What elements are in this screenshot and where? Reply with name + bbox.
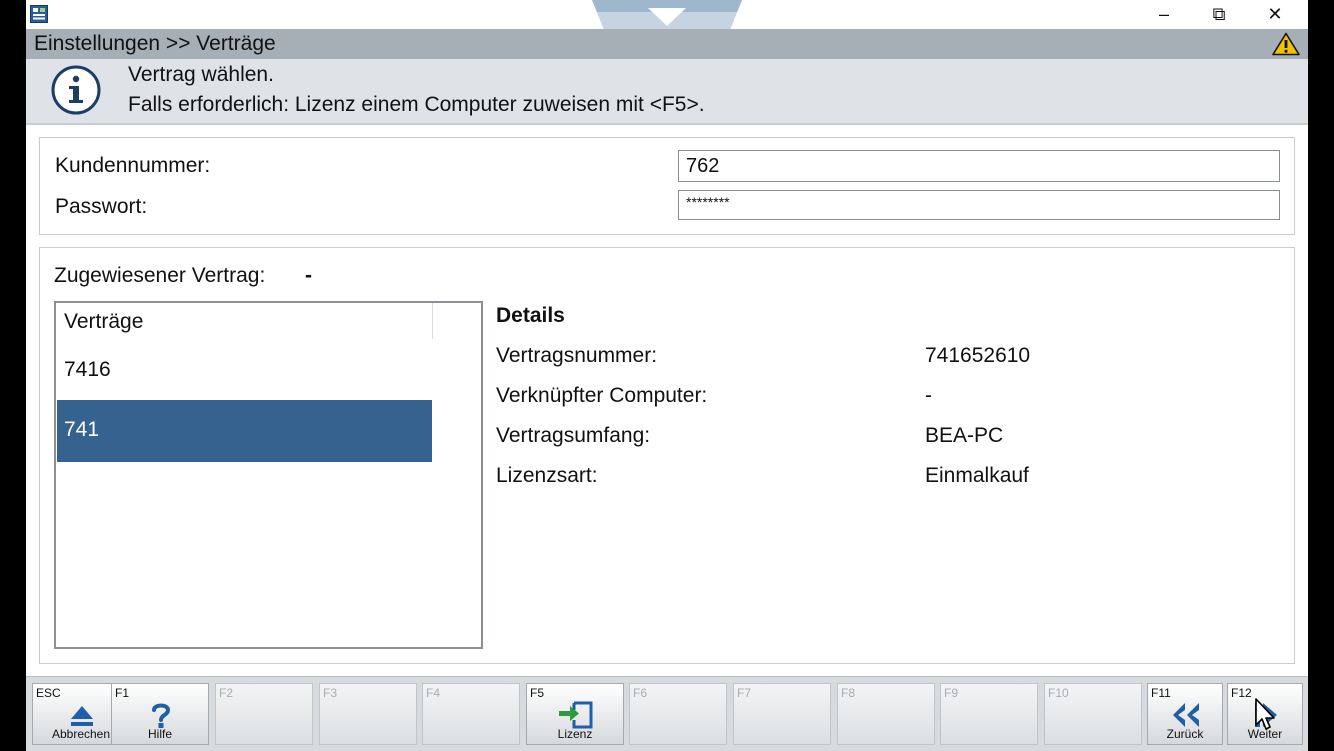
f6-button[interactable]: F6: [629, 683, 727, 745]
function-key-bar: ESC Abbrechen F1 Hilfe F2 F3 F4 F5 Lizen…: [26, 676, 1308, 751]
details-title: Details: [496, 304, 565, 327]
contract-list-item[interactable]: 7416: [57, 340, 432, 402]
fkey-label: Lizenz: [557, 727, 593, 741]
contract-group: Zugewiesener Vertrag: - Verträge 7416 74…: [39, 247, 1295, 664]
application-window: – ⧉ ✕ Einstellungen >> Verträge Vertrag …: [26, 0, 1308, 751]
f9-button[interactable]: F9: [940, 683, 1038, 745]
contract-list-item-selected[interactable]: 741: [57, 400, 432, 462]
f5-license-button[interactable]: F5 Lizenz: [526, 683, 624, 745]
customer-number-label: Kundennummer:: [55, 154, 211, 177]
contract-scope-label: Vertragsumfang:: [496, 424, 651, 447]
fkey-code: F11: [1151, 686, 1171, 700]
info-message-hint: Falls erforderlich: Lizenz einem Compute…: [128, 93, 705, 116]
license-assign-icon: [559, 701, 593, 729]
contract-number-value: 741652610: [925, 344, 1031, 367]
fkey-code: F12: [1231, 686, 1252, 700]
fkey-label: Zurück: [1166, 727, 1204, 741]
f10-button[interactable]: F10: [1044, 683, 1142, 745]
f1-help-button[interactable]: F1 Hilfe: [111, 683, 209, 745]
f2-button[interactable]: F2: [215, 683, 313, 745]
app-icon: [30, 5, 48, 23]
breadcrumb: Einstellungen >> Verträge: [34, 32, 276, 55]
help-icon: [152, 703, 171, 728]
close-button[interactable]: ✕: [1247, 0, 1303, 29]
fkey-code: F2: [219, 686, 234, 700]
fkey-code: F1: [115, 686, 130, 700]
assigned-contract-value: -: [305, 264, 312, 287]
f3-button[interactable]: F3: [319, 683, 417, 745]
info-message-title: Vertrag wählen.: [128, 63, 274, 86]
header-bar: Einstellungen >> Verträge: [26, 29, 1308, 59]
f8-button[interactable]: F8: [837, 683, 935, 745]
fkey-label: Hilfe: [147, 727, 172, 741]
linked-computer-value: -: [925, 384, 932, 407]
mouse-cursor-icon: [1255, 698, 1275, 730]
contract-list[interactable]: Verträge 7416 741: [54, 301, 483, 649]
minimize-button[interactable]: –: [1136, 0, 1192, 29]
credentials-group: Kundennummer: 762 Passwort: ********: [39, 137, 1295, 235]
maximize-button[interactable]: ⧉: [1191, 0, 1247, 29]
f7-button[interactable]: F7: [733, 683, 831, 745]
contract-scope-value: BEA-PC: [925, 424, 1004, 447]
fkey-code: F3: [323, 686, 338, 700]
eject-icon: [71, 706, 93, 726]
license-type-label: Lizenzsart:: [496, 464, 598, 487]
contract-list-header[interactable]: Verträge: [56, 303, 433, 339]
fkey-code: F10: [1048, 686, 1069, 700]
contract-number-label: Vertragsnummer:: [496, 344, 658, 367]
info-banner: Vertrag wählen. Falls erforderlich: Lize…: [26, 59, 1308, 125]
fkey-code: F6: [633, 686, 648, 700]
password-label: Passwort:: [55, 195, 148, 218]
title-bar[interactable]: – ⧉ ✕: [26, 0, 1308, 30]
warning-icon[interactable]: [1272, 32, 1300, 56]
contract-list-item-label: 741: [64, 418, 100, 441]
fkey-code: F8: [841, 686, 856, 700]
f11-back-button[interactable]: F11 Zurück: [1147, 683, 1223, 745]
fkey-code: F7: [737, 686, 752, 700]
collapse-handle-icon[interactable]: [592, 0, 742, 30]
fkey-code: ESC: [36, 686, 61, 700]
password-input[interactable]: ********: [678, 190, 1280, 220]
fkey-code: F5: [530, 686, 545, 700]
linked-computer-label: Verknüpfter Computer:: [496, 384, 708, 407]
fkey-code: F4: [426, 686, 441, 700]
info-icon: [51, 65, 101, 115]
contract-list-header-label: Verträge: [64, 310, 144, 333]
customer-number-input[interactable]: 762: [678, 150, 1280, 182]
double-chevron-left-icon: [1173, 703, 1199, 727]
license-type-value: Einmalkauf: [925, 464, 1029, 487]
assigned-contract-label: Zugewiesener Vertrag:: [54, 264, 266, 287]
fkey-code: F9: [944, 686, 959, 700]
contract-list-item-label: 7416: [64, 358, 111, 381]
f4-button[interactable]: F4: [422, 683, 520, 745]
